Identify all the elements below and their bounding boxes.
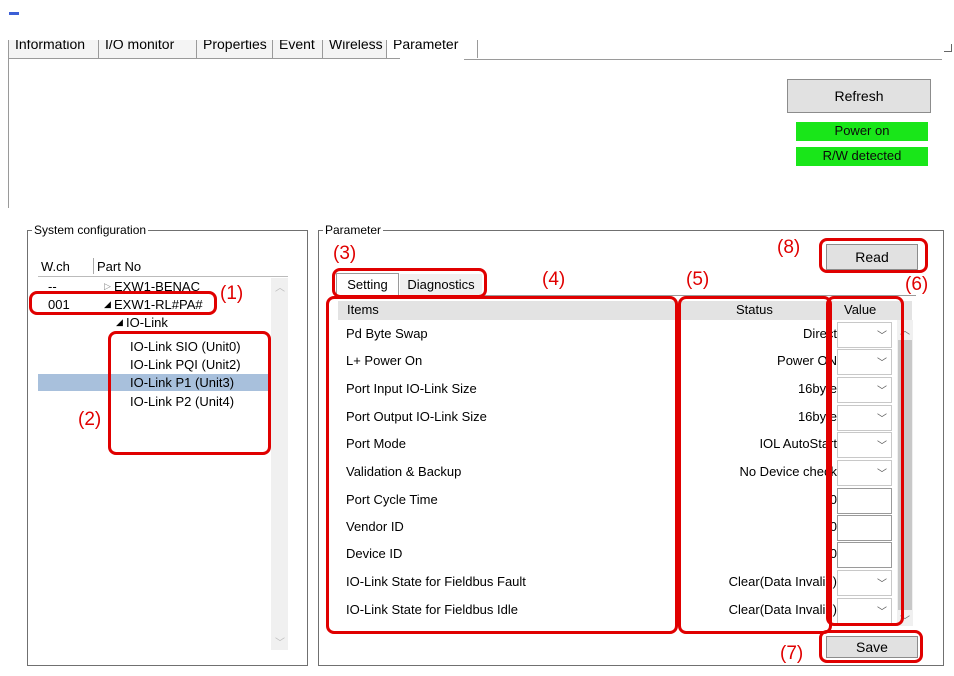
column-header-wch[interactable]: W.ch [41, 259, 70, 274]
content-border [8, 58, 9, 208]
callout-box-8 [819, 238, 928, 273]
tree-row-iolink[interactable]: ◢ IO-Link [38, 314, 278, 331]
callout-box-1 [29, 291, 217, 315]
tab-information[interactable]: Information [8, 40, 112, 59]
column-divider [93, 258, 94, 274]
rw-status-badge: R/W detected [796, 147, 928, 166]
callout-box-7 [819, 630, 923, 663]
window-control-fragment[interactable] [944, 44, 952, 52]
tab-divider [464, 59, 942, 60]
callout-box-6 [826, 296, 904, 626]
column-header-partno[interactable]: Part No [97, 259, 141, 274]
callout-label-6: (6) [905, 274, 929, 295]
tab-parameter[interactable]: Parameter [386, 40, 478, 58]
callout-label-1: (1) [220, 283, 244, 304]
callout-label-3: (3) [333, 243, 357, 264]
callout-label-5: (5) [686, 269, 710, 290]
callout-label-4: (4) [542, 269, 566, 290]
parameter-title: Parameter [325, 223, 382, 237]
callout-label-7: (7) [780, 643, 804, 664]
system-config-title: System configuration [34, 223, 147, 237]
callout-box-5 [678, 296, 832, 634]
refresh-button[interactable]: Refresh [787, 79, 931, 113]
callout-label-8: (8) [777, 237, 801, 258]
callout-box-2 [108, 331, 271, 455]
scroll-up-icon[interactable]: ︿ [275, 279, 285, 294]
scroll-down-icon[interactable]: ﹀ [275, 634, 285, 649]
collapse-icon[interactable]: ◢ [116, 314, 123, 331]
callout-box-3 [332, 268, 487, 298]
callout-label-2: (2) [78, 409, 102, 430]
tab-io-monitor[interactable]: I/O monitor [98, 40, 210, 59]
tree-header-line [38, 276, 288, 277]
app-icon [9, 12, 19, 15]
tree-scrollbar[interactable] [271, 278, 288, 650]
power-status-badge: Power on [796, 122, 928, 141]
callout-box-4 [326, 296, 678, 634]
main-tab-strip: Information I/O monitor Properties Event… [8, 40, 954, 60]
